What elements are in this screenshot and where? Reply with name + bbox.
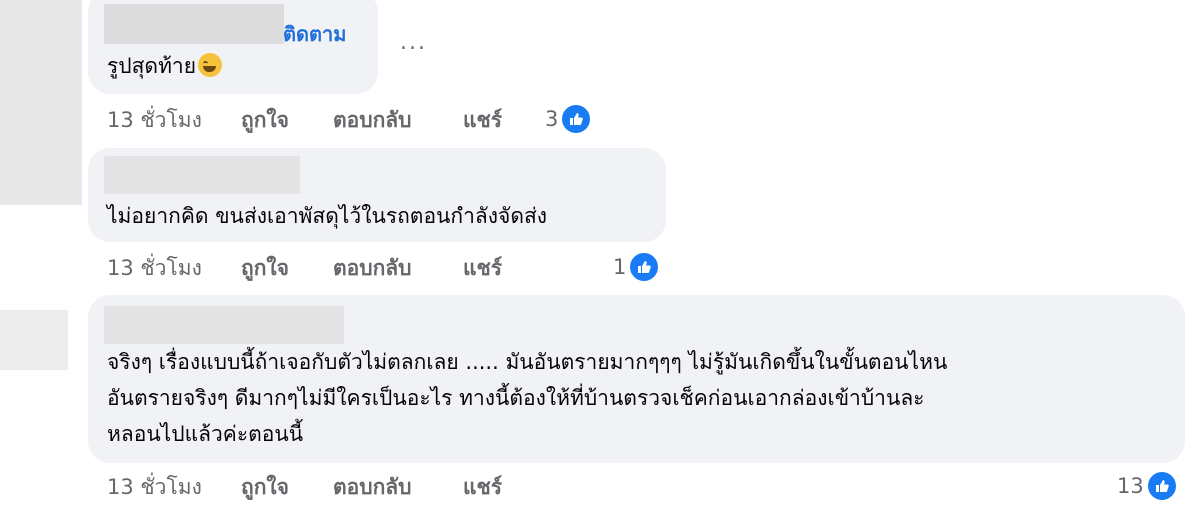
like-icon (628, 251, 661, 283)
reply-button[interactable]: ตอบกลับ (333, 471, 463, 504)
reaction-summary[interactable]: 3 (545, 103, 593, 135)
reply-button[interactable]: ตอบกลับ (333, 104, 463, 137)
commenter-name[interactable] (104, 156, 300, 194)
comment-time[interactable]: 13 ชั่วโมง (107, 252, 241, 285)
grinning-sweat-emoji-icon (198, 53, 223, 77)
avatar[interactable] (0, 310, 68, 370)
commenter-name[interactable] (104, 306, 344, 344)
share-button[interactable]: แชร์ (463, 104, 502, 137)
more-options-button[interactable]: ... (400, 30, 427, 55)
comment-time[interactable]: 13 ชั่วโมง (107, 471, 241, 504)
comment-text: ไม่อยากคิด ขนส่งเอาพัสดุไว้ในรถตอนกำลังจ… (107, 204, 548, 228)
like-button[interactable]: ถูกใจ (241, 104, 333, 137)
reaction-summary[interactable]: 1 (613, 251, 661, 283)
reaction-count: 3 (545, 107, 559, 131)
like-icon (560, 103, 593, 135)
comment-text-line: จริงๆ เรื่องแบบนี้ถ้าเจอกับตัวไม่ตลกเลย … (107, 350, 948, 374)
comment-actions: 13 ชั่วโมง ถูกใจ ตอบกลับ แชร์ (107, 104, 502, 137)
share-button[interactable]: แชร์ (463, 252, 502, 285)
follow-link[interactable]: ติดตาม (283, 18, 346, 50)
comment-text: รูปสุดท้าย (107, 49, 223, 83)
share-button[interactable]: แชร์ (463, 471, 502, 504)
reaction-count: 1 (613, 255, 627, 279)
reaction-count: 13 (1117, 474, 1144, 498)
reaction-summary[interactable]: 13 (1117, 470, 1178, 502)
like-icon (1145, 470, 1178, 502)
reply-button[interactable]: ตอบกลับ (333, 252, 463, 285)
commenter-name[interactable] (104, 4, 284, 44)
like-button[interactable]: ถูกใจ (241, 471, 333, 504)
comment-actions: 13 ชั่วโมง ถูกใจ ตอบกลับ แชร์ (107, 252, 502, 285)
comment-text-line: อันตรายจริงๆ ดีมากๆไม่มีใครเป็นอะไร ทางน… (107, 386, 925, 410)
comment-actions: 13 ชั่วโมง ถูกใจ ตอบกลับ แชร์ (107, 471, 502, 504)
comment-text-line: หลอนไปแล้วค่ะตอนนี้ (107, 422, 304, 446)
avatar[interactable] (0, 0, 82, 205)
comment-time[interactable]: 13 ชั่วโมง (107, 104, 241, 137)
like-button[interactable]: ถูกใจ (241, 252, 333, 285)
comment-text-content: รูปสุดท้าย (107, 54, 197, 78)
